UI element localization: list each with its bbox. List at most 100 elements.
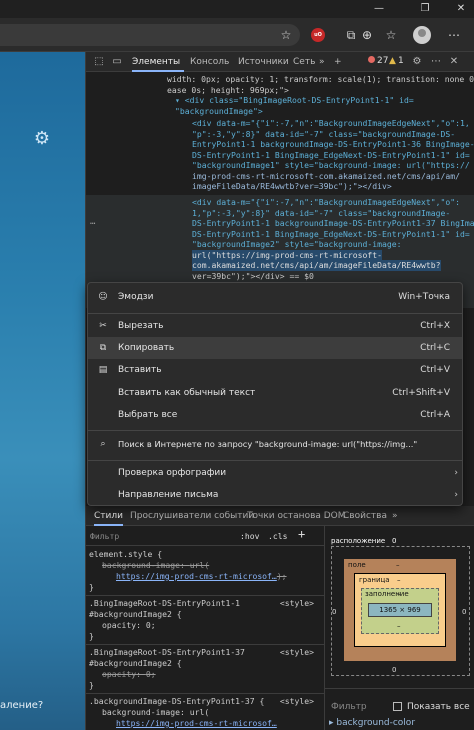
menu-item-select-all[interactable]: Выбрать все Ctrl+A xyxy=(88,404,462,426)
margin-top-value[interactable]: – xyxy=(396,561,400,569)
position-bottom-value[interactable]: 0 xyxy=(392,666,396,674)
device-toolbar-icon[interactable]: ▭ xyxy=(110,55,124,69)
css-url-link[interactable]: https://img-prod-cms-rt-microsof… xyxy=(116,718,277,729)
position-top-value[interactable]: 0 xyxy=(392,537,396,545)
menu-item-spellcheck[interactable]: Проверка орфографии › xyxy=(88,462,462,484)
menu-item-copy[interactable]: ⧉ Копировать Ctrl+C xyxy=(88,337,462,359)
rule-selector[interactable]: element.style { xyxy=(89,549,162,560)
dom-line[interactable]: imageFileData/RE4wwtb?ver=39bc");"></div… xyxy=(192,181,392,192)
devtools-more-icon[interactable]: ⋯ xyxy=(429,55,443,69)
tab-network[interactable]: Сеть xyxy=(293,52,315,72)
rule-source-link[interactable]: <style> xyxy=(280,598,314,609)
tab-event-listeners[interactable]: Прослушиватели событий xyxy=(130,506,254,526)
class-toggle[interactable]: .cls xyxy=(268,531,288,542)
more-tabs-chevron-icon[interactable]: » xyxy=(319,52,325,72)
dom-line[interactable]: DS-EntryPoint1-1 BingImage_EdgeNext-DS-E… xyxy=(192,229,470,240)
restore-button[interactable]: ❐ xyxy=(416,2,434,16)
computed-filter-input[interactable]: Фильтр xyxy=(331,702,367,712)
dom-line[interactable]: ease 0s; height: 969px;"> xyxy=(167,85,289,96)
warning-count-badge[interactable]: 1 xyxy=(398,56,404,68)
css-declaration[interactable]: background-image: url( xyxy=(102,707,209,718)
more-lower-tabs-icon[interactable]: » xyxy=(392,506,398,526)
add-tab-icon[interactable]: + xyxy=(334,52,342,72)
dom-line[interactable]: <div data-m="{"i":-7,"n":"BackgroundImag… xyxy=(192,197,460,208)
computed-property[interactable]: ▸ background-color xyxy=(329,718,415,728)
rule-source-link[interactable]: <style> xyxy=(280,647,314,658)
dom-line[interactable]: width: 0px; opacity: 1; transform: scale… xyxy=(167,74,474,85)
error-count-badge[interactable]: 27 xyxy=(368,56,388,68)
menu-item-web-search[interactable]: ⌕ Поиск в Интернете по запросу "backgrou… xyxy=(88,433,462,455)
styles-pane: Фильтр :hov .cls + element.style { backg… xyxy=(86,526,324,730)
gear-icon[interactable]: ⚙ xyxy=(33,130,51,148)
dom-line-selected-text[interactable]: com.akamaized.net/cms/api/am/imageFileDa… xyxy=(192,260,441,271)
browser-menu-icon[interactable]: ⋯ xyxy=(446,27,462,43)
dom-line[interactable]: DS-EntryPoint1-1 BingImage_EdgeNext-DS-E… xyxy=(192,150,470,161)
tab-console[interactable]: Консоль xyxy=(190,52,229,72)
page-feedback-text[interactable]: аление? xyxy=(0,700,85,711)
position-label: расположение xyxy=(331,537,386,545)
box-model-pane: расположение 0 0 0 0 поле – граница – за… xyxy=(324,526,474,730)
favorites-icon[interactable]: ☆ xyxy=(383,27,399,43)
hover-state-toggle[interactable]: :hov xyxy=(240,531,260,542)
close-devtools-icon[interactable]: ✕ xyxy=(447,55,461,69)
menu-item-paste[interactable]: ▤ Вставить Ctrl+V xyxy=(88,359,462,381)
profile-avatar[interactable] xyxy=(413,26,431,44)
warning-icon[interactable]: ▲ xyxy=(389,56,396,68)
rule-selector[interactable]: #backgroundImage2 { xyxy=(89,658,182,669)
close-window-button[interactable]: ✕ xyxy=(452,2,470,16)
menu-separator xyxy=(88,460,462,461)
dom-line[interactable]: "p":-3,"y":8}" data-id="-7" class="backg… xyxy=(192,129,455,140)
position-left-value[interactable]: 0 xyxy=(332,608,336,616)
search-icon: ⌕ xyxy=(100,439,106,449)
menu-item-writing-direction[interactable]: Направление письма › xyxy=(88,484,462,506)
rule-selector[interactable]: .BingImageRoot-DS-EntryPoint1-37 xyxy=(89,647,245,658)
dom-line-selected-text[interactable]: url("https://img-prod-cms-rt-microsoft- xyxy=(192,249,383,260)
menu-item-emoji[interactable]: ☺ Эмодзи Win+Точка xyxy=(88,286,462,308)
menu-item-cut[interactable]: ✂ Вырезать Ctrl+X xyxy=(88,315,462,337)
tab-properties[interactable]: Свойства xyxy=(343,506,387,526)
dom-line[interactable]: DS-EntryPoint1-1 backgroundImage-DS-Entr… xyxy=(192,218,474,229)
node-actions-ellipsis[interactable]: … xyxy=(90,217,95,228)
dom-line[interactable]: ver=39bc");"></div> == $0 xyxy=(192,271,314,282)
ublock-extension-icon[interactable]: uO xyxy=(311,28,325,42)
show-all-checkbox[interactable] xyxy=(393,702,402,711)
dom-line[interactable]: "backgroundImage1" style="background-ima… xyxy=(192,160,470,171)
padding-top-value[interactable]: – xyxy=(397,590,401,598)
minimize-button[interactable]: — xyxy=(370,2,388,16)
settings-gear-icon[interactable]: ⚙ xyxy=(410,55,424,69)
dom-line[interactable]: 1,"p":-3,"y":8}" data-id="-7" class="bac… xyxy=(192,208,450,219)
favorite-star-icon[interactable]: ☆ xyxy=(278,27,294,43)
address-bar[interactable] xyxy=(0,24,300,46)
dom-line[interactable]: <div data-m="{"i":-7,"n":"BackgroundImag… xyxy=(192,118,470,129)
menu-item-paste-plain[interactable]: Вставить как обычный текст Ctrl+Shift+V xyxy=(88,382,462,404)
tab-elements[interactable]: Элементы xyxy=(132,52,184,72)
css-url-link[interactable]: https://img-prod-cms-rt-microsof…); xyxy=(116,571,287,582)
position-right-value[interactable]: 0 xyxy=(462,608,466,616)
title-bar: — ❐ ✕ xyxy=(0,0,474,18)
box-content-size[interactable]: 1365 × 969 xyxy=(368,603,432,617)
dom-line[interactable]: EntryPoint1-1 backgroundImage-DS-EntryPo… xyxy=(192,139,474,150)
tab-sources[interactable]: Источники xyxy=(238,52,289,72)
rule-selector[interactable]: .BingImageRoot-DS-EntryPoint1-1 xyxy=(89,598,240,609)
tab-styles[interactable]: Стили xyxy=(94,506,123,526)
split-screen-icon[interactable]: ⊕ xyxy=(359,27,375,43)
styles-filter-input[interactable]: Фильтр xyxy=(90,531,119,542)
rule-selector[interactable]: .backgroundImage-DS-EntryPoint1-37 { xyxy=(89,696,264,707)
dom-line[interactable]: ▾ <div class="BingImageRoot-DS-EntryPoin… xyxy=(175,95,414,106)
inspect-element-icon[interactable]: ⬚ xyxy=(92,55,106,69)
dom-line[interactable]: "backgroundImage"> xyxy=(175,106,263,117)
css-declaration[interactable]: opacity: 0; xyxy=(102,620,156,631)
rule-selector[interactable]: #backgroundImage2 { xyxy=(89,609,182,620)
dom-line[interactable]: "backgroundImage2" style="background-ima… xyxy=(192,239,402,250)
new-rule-button[interactable]: + xyxy=(298,528,305,540)
dom-tree[interactable]: width: 0px; opacity: 1; transform: scale… xyxy=(86,72,474,308)
padding-bottom-value[interactable]: – xyxy=(397,622,401,630)
border-top-value[interactable]: – xyxy=(397,576,401,584)
extensions-icon[interactable]: ⧉ xyxy=(343,27,359,43)
tab-dom-breakpoints[interactable]: Точки останова DOM xyxy=(247,506,346,526)
css-declaration[interactable]: opacity: 0; xyxy=(102,669,156,680)
dom-line[interactable]: img-prod-cms-rt-microsoft-com.akamaized.… xyxy=(192,171,460,182)
rule-source-link[interactable]: <style> xyxy=(280,696,314,707)
css-declaration[interactable]: background-image: url( xyxy=(102,560,209,571)
styles-filter-row: Фильтр :hov .cls + xyxy=(86,526,324,546)
